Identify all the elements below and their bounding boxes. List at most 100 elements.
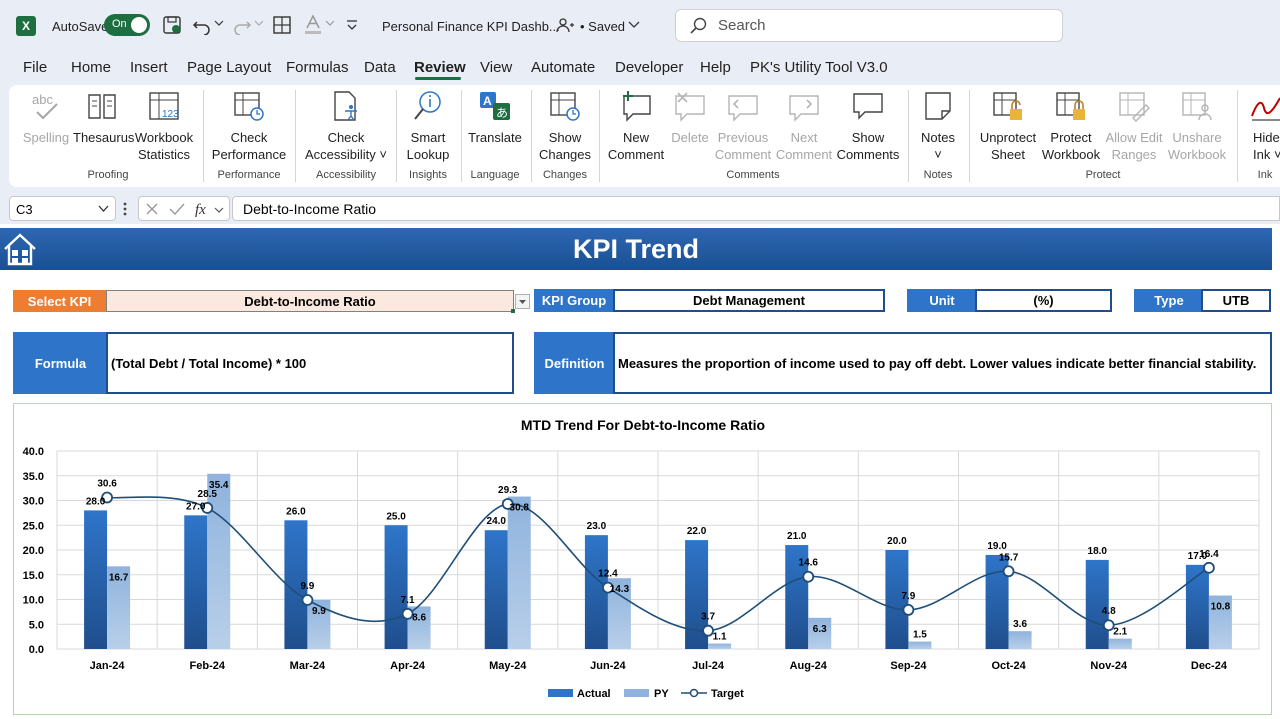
group-ink: Ink bbox=[1257, 169, 1273, 181]
svg-text:fx: fx bbox=[195, 202, 206, 218]
home-icon[interactable] bbox=[2, 231, 38, 267]
group-changes: Changes bbox=[542, 169, 588, 181]
translate-button[interactable]: A あ Translate bbox=[466, 90, 524, 146]
type-label: Type bbox=[1134, 289, 1204, 312]
protect-workbook-button[interactable]: Protect Workbook bbox=[1039, 90, 1103, 163]
workbook-statistics-label-1: Workbook bbox=[134, 130, 194, 145]
x-tick-label: May-24 bbox=[489, 660, 527, 672]
py-bar bbox=[207, 473, 231, 649]
thesaurus-button[interactable]: Thesaurus bbox=[73, 90, 134, 146]
redo-icon[interactable] bbox=[232, 15, 252, 35]
py-bar bbox=[708, 643, 732, 649]
delete-comment-label: Delete bbox=[671, 130, 709, 145]
autosave-label: AutoSave bbox=[52, 18, 109, 34]
redo-dropdown-icon[interactable] bbox=[254, 20, 264, 28]
trend-chart-frame[interactable]: MTD Trend For Debt-to-Income Ratio 28.0 1… bbox=[13, 403, 1272, 715]
show-changes-button[interactable]: Show Changes bbox=[537, 90, 593, 163]
legend-actual-label: Actual bbox=[577, 688, 611, 700]
next-comment-button[interactable]: Next Comment bbox=[774, 90, 834, 163]
cell-fill-handle[interactable] bbox=[511, 309, 515, 313]
notes-button[interactable]: Notes ˅ bbox=[914, 90, 962, 163]
actual-bar bbox=[484, 530, 508, 649]
allow-edit-ranges-button[interactable]: Allow Edit Ranges bbox=[1102, 90, 1166, 163]
formula-input[interactable]: Debt-to-Income Ratio bbox=[232, 196, 1280, 221]
tab-formulas[interactable]: Formulas bbox=[286, 59, 349, 76]
py-data-label: 1.1 bbox=[713, 632, 727, 643]
ribbon-separator bbox=[295, 90, 296, 182]
unshare-workbook-button[interactable]: Unshare Workbook bbox=[1164, 90, 1230, 163]
smart-lookup-button[interactable]: Smart Lookup bbox=[402, 90, 454, 163]
smart-lookup-icon bbox=[414, 91, 441, 120]
tab-help[interactable]: Help bbox=[700, 59, 731, 76]
more-options-icon[interactable] bbox=[122, 201, 128, 217]
check-accessibility-button[interactable]: Check Accessibility ˅ bbox=[302, 90, 390, 163]
y-tick-label: 5.0 bbox=[29, 619, 44, 631]
delete-comment-button[interactable]: Delete bbox=[668, 90, 712, 146]
cell-reference: C3 bbox=[16, 202, 33, 217]
target-data-label: 28.5 bbox=[198, 489, 218, 500]
font-color-dropdown-icon[interactable] bbox=[325, 20, 335, 28]
search-box[interactable]: Search bbox=[675, 9, 1063, 42]
unprotect-sheet-button[interactable]: Unprotect Sheet bbox=[975, 90, 1041, 163]
tab-page-layout[interactable]: Page Layout bbox=[187, 59, 271, 76]
unprotect-sheet-label-2: Sheet bbox=[991, 147, 1025, 162]
show-changes-label-2: Changes bbox=[538, 147, 592, 162]
show-comments-button[interactable]: Show Comments bbox=[836, 90, 900, 163]
target-data-label: 29.3 bbox=[498, 485, 518, 496]
actual-bar bbox=[1085, 559, 1109, 649]
tab-view[interactable]: View bbox=[480, 59, 512, 76]
show-comments-label-1: Show bbox=[851, 130, 885, 145]
kpi-select-arrow[interactable] bbox=[515, 294, 530, 309]
tab-utility[interactable]: PK's Utility Tool V3.0 bbox=[750, 59, 888, 76]
borders-icon[interactable] bbox=[273, 16, 291, 34]
legend-py-swatch bbox=[624, 689, 649, 697]
unprotect-sheet-label-1: Unprotect bbox=[979, 130, 1037, 145]
formula-controls: fx bbox=[138, 196, 230, 221]
group-comments: Comments bbox=[726, 169, 780, 181]
undo-icon[interactable] bbox=[192, 15, 212, 35]
saved-dropdown-icon[interactable] bbox=[628, 21, 640, 29]
target-point bbox=[802, 570, 815, 583]
previous-comment-button[interactable]: Previous Comment bbox=[713, 90, 773, 163]
saved-status: • Saved bbox=[580, 18, 626, 34]
hide-ink-label-1: Hide bbox=[1253, 130, 1280, 145]
tab-developer[interactable]: Developer bbox=[615, 59, 683, 76]
previous-comment-icon bbox=[728, 95, 758, 122]
insert-function-icon[interactable]: fx bbox=[194, 200, 226, 218]
check-accessibility-icon bbox=[334, 91, 357, 121]
customize-toolbar-icon[interactable] bbox=[345, 18, 359, 32]
autosave-toggle[interactable]: On bbox=[104, 14, 150, 36]
x-tick-label: Mar-24 bbox=[290, 660, 326, 672]
kpi-select-dropdown[interactable]: Debt-to-Income Ratio bbox=[106, 290, 514, 312]
kpi-banner: KPI Trend bbox=[0, 228, 1272, 270]
kpi-group-label: KPI Group bbox=[534, 289, 614, 312]
share-people-icon[interactable] bbox=[556, 16, 576, 34]
cancel-icon[interactable] bbox=[145, 202, 159, 216]
name-box-dropdown-icon[interactable] bbox=[98, 205, 109, 213]
font-color-icon[interactable] bbox=[303, 14, 323, 36]
tab-home[interactable]: Home bbox=[71, 59, 111, 76]
tab-automate[interactable]: Automate bbox=[531, 59, 595, 76]
unit-value: (%) bbox=[975, 289, 1112, 312]
tab-file[interactable]: File bbox=[23, 59, 47, 76]
py-data-label: 14.3 bbox=[610, 584, 630, 595]
target-data-label: 16.4 bbox=[1199, 549, 1219, 560]
delete-comment-icon bbox=[675, 92, 705, 122]
dashboard-title: KPI Trend bbox=[572, 234, 700, 264]
svg-text:abc: abc bbox=[32, 92, 53, 107]
check-performance-button[interactable]: Check Performance bbox=[211, 90, 287, 163]
enter-check-icon[interactable] bbox=[169, 202, 185, 216]
save-icon[interactable] bbox=[162, 15, 182, 35]
new-comment-button[interactable]: New Comment bbox=[605, 90, 667, 163]
spelling-button[interactable]: abc Spelling bbox=[18, 90, 74, 146]
allow-edit-ranges-label-2: Ranges bbox=[1111, 147, 1157, 162]
tab-data[interactable]: Data bbox=[364, 59, 396, 76]
name-box[interactable]: C3 bbox=[9, 196, 116, 221]
trend-chart: MTD Trend For Debt-to-Income Ratio 28.0 1… bbox=[23, 417, 1260, 700]
tab-insert[interactable]: Insert bbox=[130, 59, 168, 76]
undo-dropdown-icon[interactable] bbox=[214, 20, 224, 28]
tab-review[interactable]: Review bbox=[414, 59, 466, 76]
workbook-statistics-button[interactable]: 123 Workbook Statistics bbox=[133, 90, 195, 163]
new-comment-icon bbox=[623, 91, 651, 122]
hide-ink-button[interactable]: Hide Ink ˅ bbox=[1246, 90, 1280, 163]
